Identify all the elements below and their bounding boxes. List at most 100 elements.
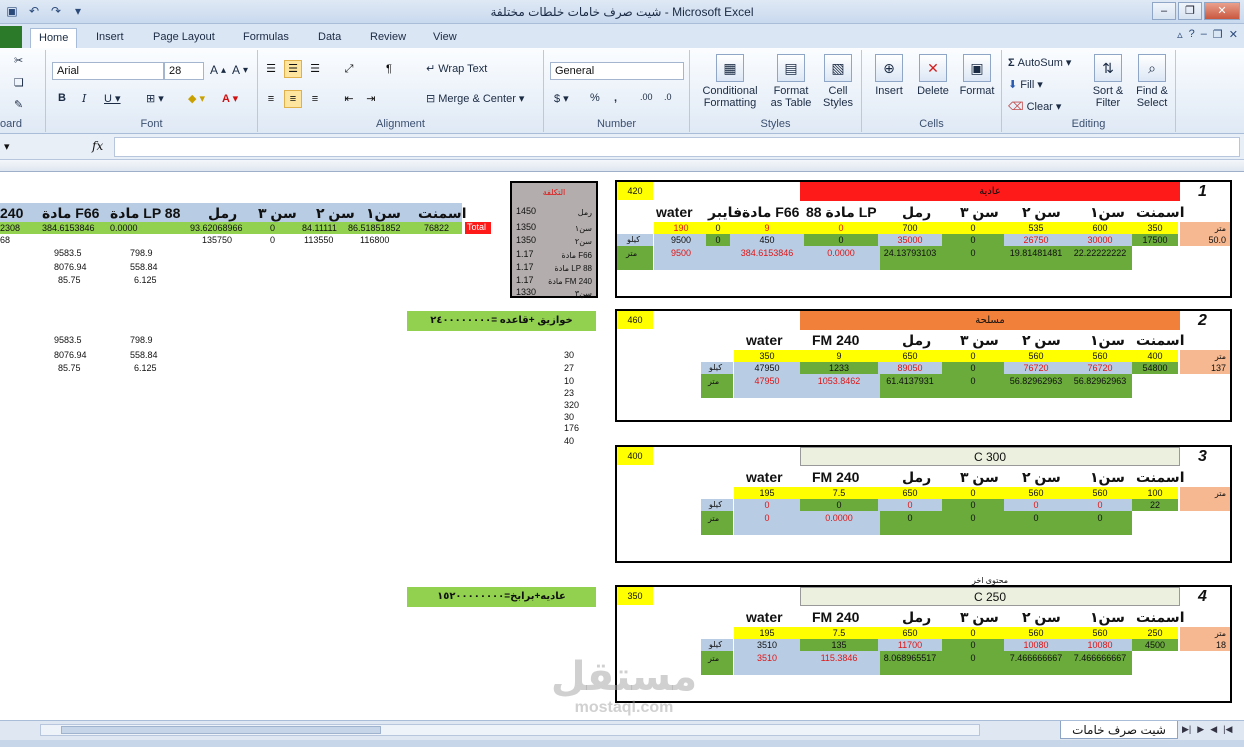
first-sheet-icon[interactable]: |◀ <box>1223 724 1232 735</box>
align-middle-icon[interactable]: ☰ <box>284 60 302 78</box>
block-2-m-2: 61.4137931 <box>886 376 934 386</box>
decrease-decimal-icon[interactable]: .0 <box>664 92 672 102</box>
comma-style-icon[interactable]: , <box>614 92 617 104</box>
conditional-formatting-button[interactable]: ▦ Conditional Formatting <box>694 54 766 109</box>
block-4-kg-5: 10080 <box>1087 640 1113 650</box>
tab-data[interactable]: Data <box>310 28 349 48</box>
block-4-h-sen3: سن ٣ <box>960 609 999 625</box>
workbook-minimize-icon[interactable]: – <box>1201 28 1207 41</box>
block-4-kg-3: 0 <box>970 640 976 650</box>
format-painter-icon[interactable]: ✎ <box>14 98 23 111</box>
font-color-icon[interactable]: A ▾ <box>222 92 238 105</box>
minimize-ribbon-icon[interactable]: ▵ <box>1177 28 1183 41</box>
delete-cells-button[interactable]: ✕ Delete <box>912 54 954 97</box>
autosum-button[interactable]: Σ AutoSum ▾ <box>1008 56 1071 70</box>
block-2-h-sen3: سن ٣ <box>960 332 999 348</box>
close-button[interactable]: ✕ <box>1204 2 1240 20</box>
wrap-text-label: Wrap Text <box>438 62 488 75</box>
tab-view[interactable]: View <box>425 28 465 48</box>
merge-center-button[interactable]: ⊟ Merge & Center ▾ <box>426 92 524 106</box>
block-4-unit-kg: كيلو <box>701 639 733 651</box>
format-cells-button[interactable]: ▣ Format <box>956 54 998 97</box>
workbook-restore-icon[interactable]: ❐ <box>1213 28 1223 41</box>
block-1-h-cement: اسمنت <box>1136 204 1185 220</box>
block-3-m-2: 0 <box>907 513 913 523</box>
horizontal-scrollbar[interactable] <box>40 724 980 736</box>
tab-formulas[interactable]: Formulas <box>235 28 297 48</box>
underline-button[interactable]: U ▾ <box>104 92 121 105</box>
align-left-icon[interactable]: ≡ <box>262 90 280 108</box>
editing-group-label: Editing <box>1071 118 1106 130</box>
orientation-icon[interactable]: ⤢ <box>340 60 358 78</box>
font-size-combo[interactable]: 28 <box>164 62 204 80</box>
block-2-qty: 137 <box>1210 363 1226 373</box>
percent-style-icon[interactable]: % <box>590 92 600 104</box>
block-2-y-2: 650 <box>902 351 918 361</box>
font-name-combo[interactable]: Arial <box>52 62 164 80</box>
align-center-icon[interactable]: ≡ <box>284 90 302 108</box>
cell-styles-button[interactable]: ▧ Cell Styles <box>816 54 860 109</box>
block-1-h-fiber: فايبر <box>708 204 743 220</box>
tab-home[interactable]: Home <box>30 28 78 48</box>
block-1-h-sen1: سن١ <box>1090 204 1125 220</box>
cell-styles-label: Cell Styles <box>823 85 853 109</box>
ribbon-tabs: Home Insert Page Layout Formulas Data Re… <box>0 24 1244 48</box>
tab-insert[interactable]: Insert <box>88 28 132 48</box>
align-top-icon[interactable]: ☰ <box>262 60 280 78</box>
wrap-text-button[interactable]: ↵ Wrap Text <box>426 62 488 76</box>
copy-icon[interactable]: ❏ <box>14 76 24 89</box>
prev-sheet-icon[interactable]: ◀ <box>1210 724 1217 735</box>
clear-button[interactable]: ⌫ Clear ▾ <box>1008 100 1061 114</box>
calc1-2-a: 85.75 <box>58 275 81 285</box>
block-2-y-0: 350 <box>759 351 775 361</box>
formula-input[interactable] <box>114 137 1240 157</box>
number-format-combo[interactable]: General <box>550 62 684 80</box>
calc2-0-b: 798.9 <box>130 335 153 345</box>
block-3-h-sand: رمل <box>902 469 932 485</box>
block-4-unit-m2: متر <box>708 654 720 663</box>
align-bottom-icon[interactable]: ☰ <box>306 60 324 78</box>
increase-decimal-icon[interactable]: .00 <box>640 92 653 102</box>
fill-color-icon[interactable]: ◆ ▾ <box>188 92 205 105</box>
cut-icon[interactable]: ✂ <box>14 54 23 67</box>
grow-font-icon[interactable]: A ▴ <box>210 63 226 77</box>
restore-button[interactable]: ❐ <box>1178 2 1202 20</box>
worksheet-grid[interactable]: 240 مادة F66 مادة LP 88 رمل سن ٣ سن ٢ سن… <box>0 172 1244 720</box>
insert-function-button[interactable]: fx <box>92 139 103 153</box>
block-1-unit-m2: متر <box>626 249 638 258</box>
workbook-close-icon[interactable]: ✕ <box>1229 28 1238 41</box>
name-box[interactable]: ▾ <box>0 137 30 157</box>
horizontal-scroll-thumb[interactable] <box>61 726 381 734</box>
last-sheet-icon[interactable]: ▶| <box>1182 724 1191 735</box>
decrease-indent-icon[interactable]: ⇤ <box>340 90 358 108</box>
rtl-direction-icon[interactable]: ¶ <box>380 60 398 78</box>
block-4-m-0: 3510 <box>756 653 778 663</box>
accounting-format-icon[interactable]: $ ▾ <box>554 92 569 105</box>
merge-center-icon: ⊟ <box>426 93 436 105</box>
format-as-table-button[interactable]: ▤ Format as Table <box>766 54 816 109</box>
shrink-font-icon[interactable]: A ▾ <box>232 63 248 77</box>
bold-button[interactable]: B <box>58 92 66 104</box>
minimize-button[interactable]: – <box>1152 2 1176 20</box>
block-1-kg-8: 17500 <box>1142 235 1168 245</box>
increase-indent-icon[interactable]: ⇥ <box>362 90 380 108</box>
block-1-unit-m: متر <box>1214 224 1226 233</box>
block-3-y-2: 650 <box>902 488 918 498</box>
insert-cells-button[interactable]: ⊕ Insert <box>868 54 910 97</box>
tab-review[interactable]: Review <box>362 28 414 48</box>
block-1-qty: 50.0 <box>1208 235 1226 245</box>
fill-button[interactable]: ⬇ Fill ▾ <box>1008 78 1043 92</box>
find-select-button[interactable]: ⌕ Find & Select <box>1130 54 1174 109</box>
calc2-0-a: 9583.5 <box>54 335 82 345</box>
borders-icon[interactable]: ⊞ ▾ <box>146 92 164 105</box>
italic-button[interactable]: I <box>82 92 86 105</box>
left-total-cell-3: 93.62068966 <box>190 223 243 233</box>
sort-filter-button[interactable]: ⇅ Sort & Filter <box>1086 54 1130 109</box>
next-sheet-icon[interactable]: ▶ <box>1197 724 1204 735</box>
help-icon[interactable]: ? <box>1189 28 1195 41</box>
align-right-icon[interactable]: ≡ <box>306 90 324 108</box>
file-tab[interactable] <box>0 26 22 48</box>
tab-page-layout[interactable]: Page Layout <box>145 28 223 48</box>
calc1-0-a: 9583.5 <box>54 248 82 258</box>
sheet-tab-active[interactable]: شيت صرف خامات <box>1060 721 1178 739</box>
